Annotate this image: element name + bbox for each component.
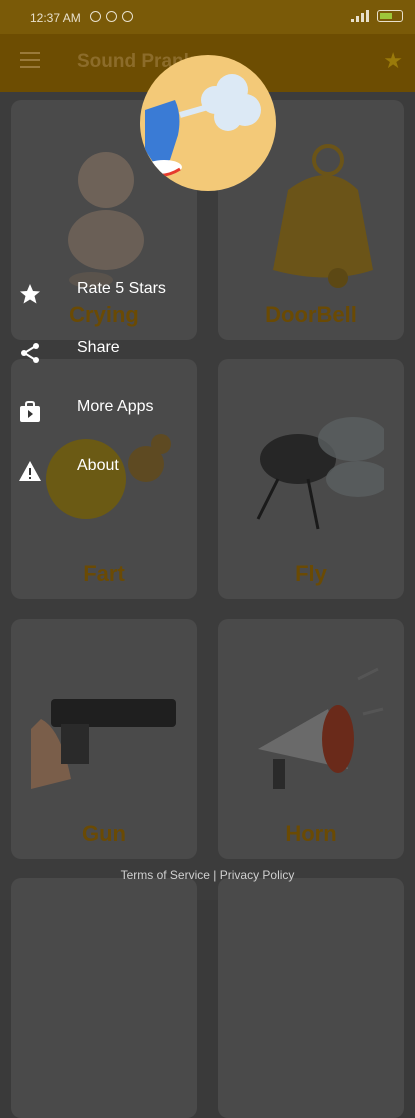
menu-item-share[interactable]: Share: [0, 323, 200, 382]
warning-icon: [19, 461, 41, 481]
sound-label: Gun: [82, 821, 126, 846]
app-logo: [140, 55, 276, 191]
battery-icon: [377, 10, 403, 22]
star-icon: [20, 284, 40, 304]
notification-icon: [122, 11, 133, 22]
terms-link[interactable]: Terms of Service: [121, 868, 210, 882]
sound-card-horn[interactable]: Horn: [218, 619, 404, 859]
menu-item-label: Share: [77, 339, 120, 356]
footer-links: Terms of Service | Privacy Policy: [0, 868, 415, 882]
menu-item-about[interactable]: About: [0, 441, 200, 500]
play-store-icon: [20, 401, 40, 422]
fly-image: [256, 417, 384, 530]
sound-card-gun[interactable]: Gun: [11, 619, 197, 859]
sound-card[interactable]: [11, 878, 197, 1118]
privacy-link[interactable]: Privacy Policy: [220, 868, 295, 882]
drawer-menu: Rate 5 Stars Share More Apps About: [0, 264, 200, 500]
status-time: 12:37 AM: [30, 11, 81, 25]
sound-label: Fly: [295, 561, 327, 586]
menu-item-more-apps[interactable]: More Apps: [0, 382, 200, 441]
menu-item-label: More Apps: [77, 398, 154, 415]
menu-item-label: Rate 5 Stars: [77, 280, 166, 297]
fart-logo-image: [145, 74, 261, 177]
gun-image: [31, 699, 176, 789]
menu-item-rate[interactable]: Rate 5 Stars: [0, 264, 200, 323]
notification-icon: [106, 11, 117, 22]
signal-icon: [351, 10, 369, 22]
sound-card[interactable]: [218, 878, 404, 1118]
sound-label: Fart: [83, 561, 125, 586]
rate-star-icon[interactable]: ★: [383, 48, 403, 74]
alarm-off-icon: [90, 11, 101, 22]
hamburger-menu-icon[interactable]: [20, 52, 40, 68]
sound-card-fly[interactable]: Fly: [218, 359, 404, 599]
notification-icons: [90, 11, 133, 22]
sound-label: Horn: [285, 821, 337, 846]
footer-separator: |: [213, 868, 217, 882]
horn-image: [258, 667, 384, 789]
status-bar: 12:37 AM: [0, 0, 415, 34]
sound-label: DoorBell: [265, 302, 357, 327]
menu-item-label: About: [77, 457, 119, 474]
share-icon: [21, 343, 39, 363]
system-icons: [351, 10, 403, 22]
